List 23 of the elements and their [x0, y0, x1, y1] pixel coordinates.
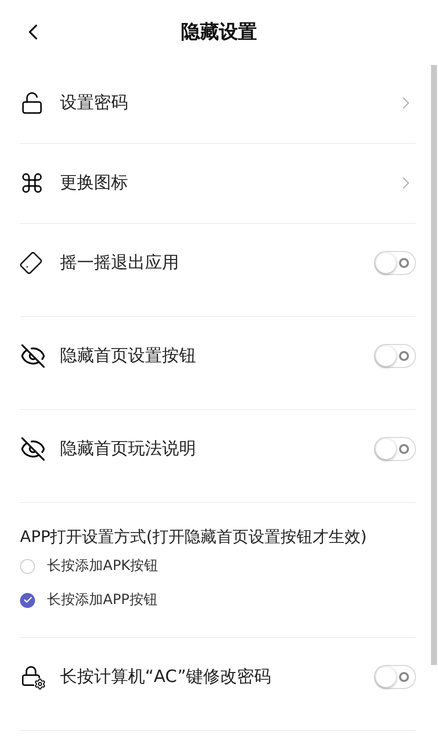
section-title: APP打开设置方式(打开隐藏首页设置按钮才生效)	[20, 526, 368, 548]
setting-label: 隐藏首页设置按钮	[60, 345, 197, 368]
eye-off-icon	[20, 343, 46, 369]
padlock-icon	[20, 91, 44, 115]
command-icon	[20, 171, 44, 195]
lock-gear-icon	[20, 664, 46, 690]
check-icon	[22, 595, 32, 605]
toggle-switch[interactable]	[374, 437, 416, 461]
setting-label: 隐藏首页玩法说明	[60, 438, 197, 461]
setting-label: 设置密码	[60, 92, 129, 115]
toggle-switch[interactable]	[374, 251, 416, 275]
toggle-switch[interactable]	[374, 665, 416, 689]
radio-button[interactable]	[20, 592, 35, 608]
radio-button[interactable]	[20, 558, 35, 574]
eye-off-icon	[20, 436, 46, 462]
page-title: 隐藏设置	[181, 20, 257, 45]
scrollbar[interactable]	[431, 65, 437, 665]
setting-label: 更换图标	[60, 172, 129, 195]
radio-label: 长按添加APP按钮	[47, 590, 158, 610]
setting-label: 长按计算机“AC”键修改密码	[60, 666, 272, 689]
radio-label: 长按添加APK按钮	[47, 556, 158, 576]
toggle-switch[interactable]	[374, 344, 416, 368]
setting-label: 摇一摇退出应用	[60, 252, 180, 275]
